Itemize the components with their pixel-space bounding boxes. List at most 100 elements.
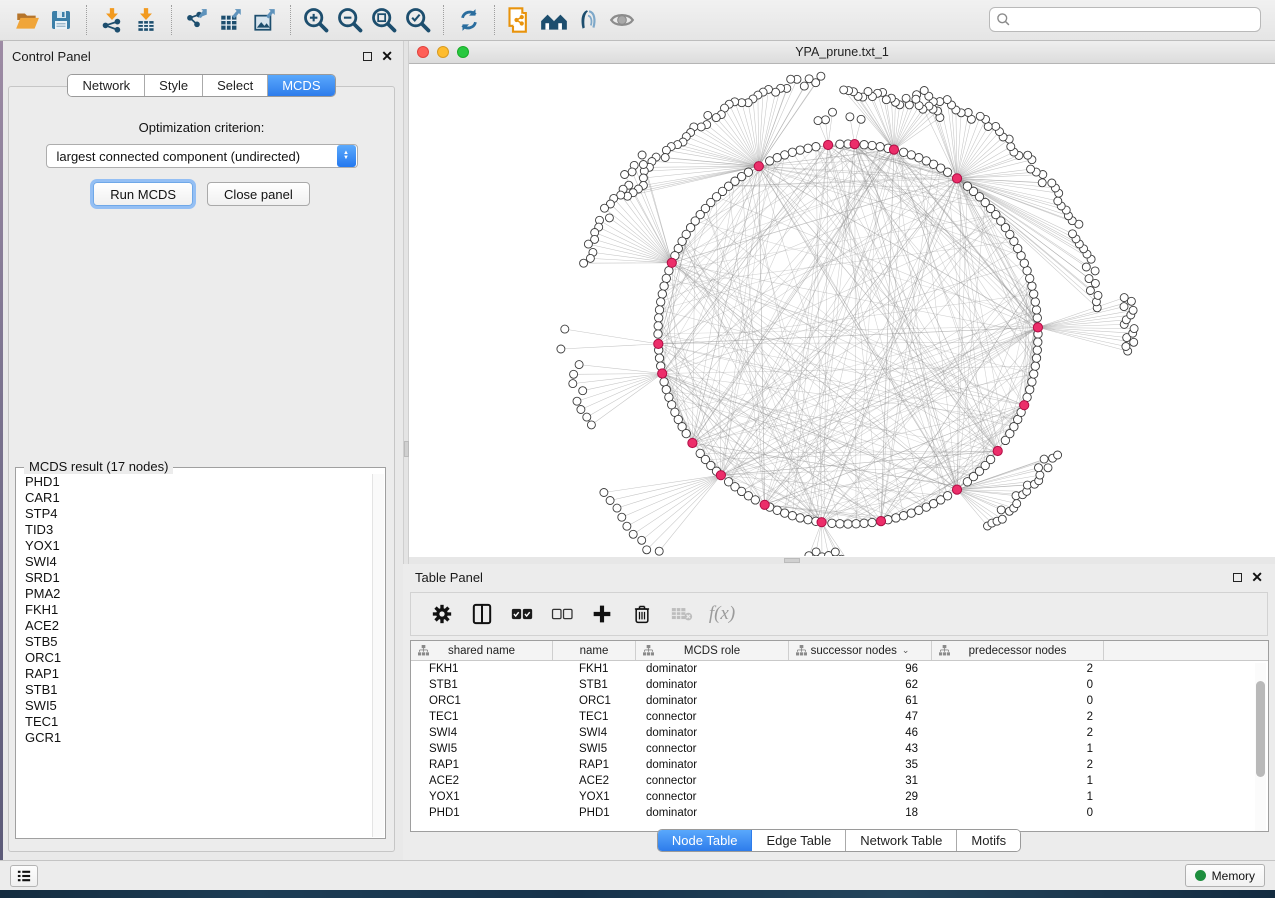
zoom-fit-button[interactable]	[367, 4, 401, 36]
table-settings-button[interactable]	[427, 599, 457, 629]
table-cell: SWI4	[411, 725, 553, 741]
tab-network-table[interactable]: Network Table	[846, 830, 957, 851]
table-cell: dominator	[636, 661, 789, 677]
save-floppy-icon	[49, 8, 73, 32]
delete-column-button[interactable]	[627, 599, 657, 629]
close-panel-icon[interactable]: ✕	[381, 51, 393, 61]
close-panel-icon[interactable]: ✕	[1251, 572, 1263, 582]
search-input[interactable]	[1011, 10, 1260, 30]
table-row[interactable]: FKH1FKH1dominator962	[411, 661, 1268, 677]
houses-icon	[539, 7, 569, 33]
mcds-list-item[interactable]: SWI4	[25, 554, 371, 570]
node-table: shared namenameMCDS rolesuccessor nodes⌄…	[410, 640, 1269, 832]
horizontal-splitter[interactable]	[409, 557, 1275, 564]
table-cell: connector	[636, 789, 789, 805]
share-document-button[interactable]	[503, 4, 537, 36]
column-header-shared-name[interactable]: shared name	[411, 641, 553, 660]
table-row[interactable]: ACE2ACE2connector311	[411, 773, 1268, 789]
mcds-list-item[interactable]: PMA2	[25, 586, 371, 602]
deselect-all-button[interactable]	[547, 599, 577, 629]
column-header-successor-nodes[interactable]: successor nodes⌄	[789, 641, 932, 660]
control-panel-titlebar: Control Panel ✕	[0, 41, 403, 67]
mcds-list-item[interactable]: GCR1	[25, 730, 371, 746]
table-row[interactable]: PHD1PHD1dominator180	[411, 805, 1268, 821]
mcds-result-list[interactable]: PHD1CAR1STP4TID3YOX1SWI4SRD1PMA2FKH1ACE2…	[17, 474, 371, 837]
close-panel-button[interactable]: Close panel	[207, 182, 310, 206]
mcds-list-item[interactable]: ORC1	[25, 650, 371, 666]
zoom-out-button[interactable]	[333, 4, 367, 36]
export-table-button[interactable]	[214, 4, 248, 36]
network-overview-button[interactable]	[537, 4, 571, 36]
optimization-criterion-label: Optimization criterion:	[9, 120, 394, 135]
column-header-predecessor-nodes[interactable]: predecessor nodes	[932, 641, 1104, 660]
tab-node-table[interactable]: Node Table	[658, 830, 753, 851]
table-row[interactable]: ORC1ORC1dominator610	[411, 693, 1268, 709]
table-row[interactable]: STB1STB1dominator620	[411, 677, 1268, 693]
mcds-list-item[interactable]: SRD1	[25, 570, 371, 586]
mcds-list-scrollbar[interactable]	[372, 474, 384, 837]
column-header-MCDS-role[interactable]: MCDS role	[636, 641, 789, 660]
criterion-dropdown[interactable]: largest connected component (undirected)…	[46, 144, 358, 168]
show-hide-eye-button[interactable]	[605, 4, 639, 36]
mcds-list-item[interactable]: YOX1	[25, 538, 371, 554]
tab-select[interactable]: Select	[203, 75, 268, 96]
zoom-in-button[interactable]	[299, 4, 333, 36]
table-scrollbar[interactable]	[1255, 663, 1266, 831]
table-cell: 18	[789, 805, 932, 821]
table-cell: RAP1	[553, 757, 636, 773]
import-network-button[interactable]	[95, 4, 129, 36]
mcds-list-item[interactable]: ACE2	[25, 618, 371, 634]
export-network-button[interactable]	[180, 4, 214, 36]
memory-button[interactable]: Memory	[1185, 864, 1265, 887]
mcds-list-item[interactable]: TID3	[25, 522, 371, 538]
table-row[interactable]: TEC1TEC1connector472	[411, 709, 1268, 725]
mcds-list-item[interactable]: STP4	[25, 506, 371, 522]
run-mcds-button[interactable]: Run MCDS	[93, 182, 193, 206]
delete-table-icon	[671, 606, 693, 622]
hierarchy-icon	[418, 645, 429, 656]
tab-motifs[interactable]: Motifs	[957, 830, 1020, 851]
open-file-button[interactable]	[10, 4, 44, 36]
zoom-selected-button[interactable]	[401, 4, 435, 36]
network-graph-svg[interactable]	[409, 64, 1273, 556]
zoom-fit-icon	[370, 6, 398, 34]
table-row[interactable]: YOX1YOX1connector291	[411, 789, 1268, 805]
import-table-button[interactable]	[129, 4, 163, 36]
float-panel-icon[interactable]	[1233, 573, 1242, 582]
tab-mcds[interactable]: MCDS	[268, 75, 334, 96]
table-cell: STB1	[553, 677, 636, 693]
table-row[interactable]: RAP1RAP1dominator352	[411, 757, 1268, 773]
mcds-list-item[interactable]: STB5	[25, 634, 371, 650]
export-image-button[interactable]	[248, 4, 282, 36]
add-column-button[interactable]	[587, 599, 617, 629]
mcds-list-item[interactable]: PHD1	[25, 474, 371, 490]
table-cell: 61	[789, 693, 932, 709]
table-row[interactable]: SWI4SWI4dominator462	[411, 725, 1268, 741]
refresh-icon	[456, 7, 482, 33]
tab-edge-table[interactable]: Edge Table	[752, 830, 846, 851]
share-document-icon	[506, 6, 534, 34]
mcds-list-item[interactable]: FKH1	[25, 602, 371, 618]
float-panel-icon[interactable]	[363, 52, 372, 61]
column-header-name[interactable]: name	[553, 641, 636, 660]
refresh-button[interactable]	[452, 4, 486, 36]
tab-style[interactable]: Style	[145, 75, 203, 96]
show-column-button[interactable]	[467, 599, 497, 629]
mcds-list-item[interactable]: STB1	[25, 682, 371, 698]
table-cell: FKH1	[411, 661, 553, 677]
table-scrollbar-thumb[interactable]	[1256, 681, 1265, 777]
select-all-button[interactable]	[507, 599, 537, 629]
mcds-list-item[interactable]: RAP1	[25, 666, 371, 682]
table-row[interactable]: SWI5SWI5connector431	[411, 741, 1268, 757]
table-cell: FKH1	[553, 661, 636, 677]
tab-network[interactable]: Network	[68, 75, 145, 96]
task-history-button[interactable]	[10, 865, 38, 887]
mcds-list-item[interactable]: CAR1	[25, 490, 371, 506]
save-session-button[interactable]	[44, 4, 78, 36]
control-panel: Control Panel ✕ Network Style Select MCD…	[0, 41, 403, 860]
network-window-titlebar[interactable]: YPA_prune.txt_1	[409, 41, 1275, 64]
mcds-list-item[interactable]: SWI5	[25, 698, 371, 714]
network-canvas[interactable]	[409, 64, 1273, 556]
mcds-list-item[interactable]: TEC1	[25, 714, 371, 730]
graphics-details-button[interactable]	[571, 4, 605, 36]
